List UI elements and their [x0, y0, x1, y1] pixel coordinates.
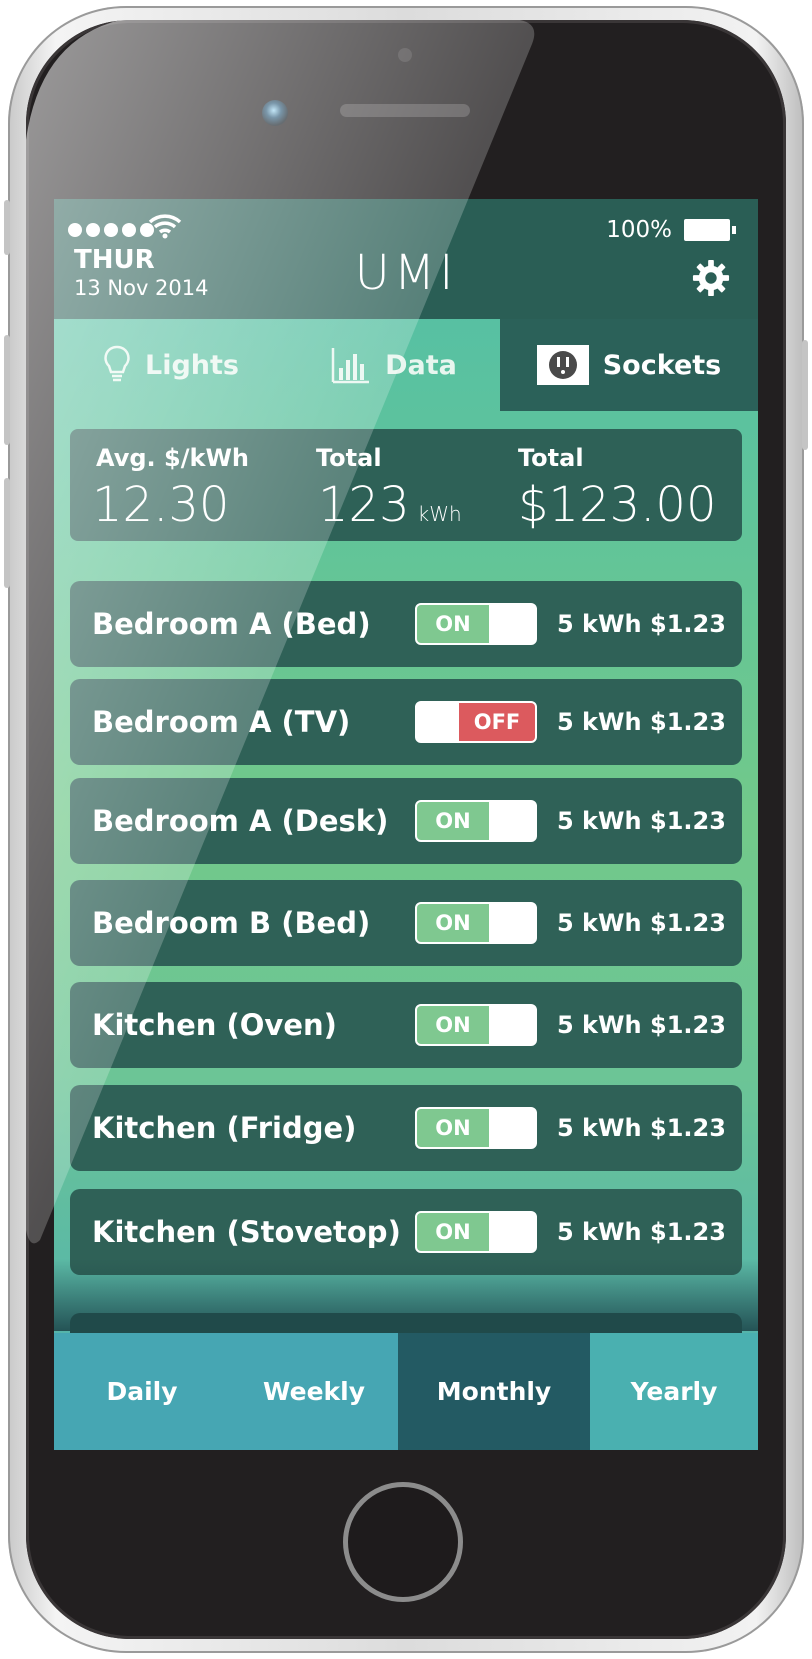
status-bar: THUR 13 Nov 2014 UMI 100% — [54, 199, 758, 319]
toggle-state: ON — [417, 605, 489, 643]
socket-name: Kitchen (Oven) — [92, 1008, 337, 1042]
app-title: UMI — [354, 245, 458, 301]
toggle-state: ON — [417, 802, 489, 840]
socket-energy: 5 kWh — [557, 1114, 642, 1142]
socket-cost: $1.23 — [650, 807, 726, 835]
socket-toggle[interactable]: ON — [415, 1004, 537, 1046]
socket-name: Bedroom A (TV) — [92, 705, 351, 739]
socket-cost: $1.23 — [650, 1218, 726, 1246]
total-cost-label: Total — [518, 444, 584, 472]
total-cost-value: $123.00 — [518, 477, 717, 533]
socket-cost: $1.23 — [650, 909, 726, 937]
silent-switch — [4, 200, 10, 255]
socket-name: Bedroom A (Bed) — [92, 607, 371, 641]
tab-sockets-label: Sockets — [602, 349, 722, 381]
tab-lights-label: Lights — [145, 349, 239, 381]
socket-energy: 5 kWh — [557, 1218, 642, 1246]
avg-price-label: Avg. $/kWh — [96, 444, 249, 472]
tab-data[interactable]: Data — [288, 319, 500, 411]
socket-energy: 5 kWh — [557, 807, 642, 835]
toggle-state: ON — [417, 1109, 489, 1147]
socket-energy: 5 kWh — [557, 1011, 642, 1039]
tab-sockets[interactable]: Sockets — [500, 319, 758, 411]
battery-percent: 100% — [606, 217, 672, 243]
period-selector: Daily Weekly Monthly Yearly — [54, 1333, 758, 1450]
total-energy-label: Total — [316, 444, 382, 472]
signal-strength-icon — [68, 223, 154, 237]
category-tabs: Lights Data Sockets — [54, 319, 758, 411]
socket-row: Bedroom B (Bed) ON 5 kWh $1.23 — [70, 880, 742, 966]
socket-name: Kitchen (Fridge) — [92, 1111, 357, 1145]
socket-energy: 5 kWh — [557, 909, 642, 937]
gear-icon[interactable] — [692, 259, 730, 297]
tab-lights[interactable]: Lights — [54, 319, 288, 411]
socket-name: Bedroom B (Bed) — [92, 906, 371, 940]
total-energy-value: 123 — [318, 477, 410, 533]
battery-icon — [684, 219, 736, 241]
socket-toggle[interactable]: ON — [415, 1107, 537, 1149]
period-yearly[interactable]: Yearly — [590, 1333, 758, 1450]
total-energy: 123 kWh — [318, 477, 462, 533]
socket-cost: $1.23 — [650, 1011, 726, 1039]
total-energy-unit: kWh — [417, 502, 462, 526]
toggle-state: ON — [417, 1213, 489, 1251]
socket-toggle[interactable]: OFF — [415, 701, 537, 743]
socket-energy: 5 kWh — [557, 610, 642, 638]
period-daily[interactable]: Daily — [54, 1333, 230, 1450]
socket-row: Bedroom A (TV) OFF 5 kWh $1.23 — [70, 679, 742, 765]
socket-energy: 5 kWh — [557, 708, 642, 736]
toggle-state: ON — [417, 1006, 489, 1044]
socket-cost: $1.23 — [650, 708, 726, 736]
bar-chart-icon — [331, 348, 370, 384]
socket-toggle[interactable]: ON — [415, 1211, 537, 1253]
socket-row: Kitchen (Oven) ON 5 kWh $1.23 — [70, 982, 742, 1068]
lightbulb-icon — [104, 345, 130, 382]
tab-data-label: Data — [385, 349, 457, 381]
volume-down-button — [4, 478, 10, 588]
socket-cost: $1.23 — [650, 1114, 726, 1142]
avg-price-value: 12.30 — [92, 477, 230, 533]
power-button — [802, 340, 808, 450]
wifi-icon — [148, 214, 182, 239]
period-weekly[interactable]: Weekly — [230, 1333, 398, 1450]
period-monthly[interactable]: Monthly — [398, 1333, 590, 1450]
socket-icon — [536, 345, 589, 385]
socket-row: Bedroom A (Desk) ON 5 kWh $1.23 — [70, 778, 742, 864]
front-camera — [262, 100, 288, 126]
socket-toggle[interactable]: ON — [415, 902, 537, 944]
earpiece-speaker — [340, 104, 470, 117]
toggle-state: OFF — [459, 703, 535, 741]
socket-row: Bedroom A (Bed) ON 5 kWh $1.23 — [70, 581, 742, 667]
home-button[interactable] — [343, 1482, 463, 1602]
volume-up-button — [4, 335, 10, 445]
toggle-state: ON — [417, 904, 489, 942]
socket-name: Bedroom A (Desk) — [92, 804, 389, 838]
proximity-sensor — [398, 48, 412, 62]
socket-name: Kitchen (Stovetop) — [92, 1215, 401, 1249]
socket-toggle[interactable]: ON — [415, 603, 537, 645]
usage-summary: Avg. $/kWh 12.30 Total 123 kWh Total $123… — [70, 429, 742, 541]
app-screen: THUR 13 Nov 2014 UMI 100% Lights Data So… — [54, 199, 758, 1450]
socket-row: Kitchen (Fridge) ON 5 kWh $1.23 — [70, 1085, 742, 1171]
socket-cost: $1.23 — [650, 610, 726, 638]
socket-toggle[interactable]: ON — [415, 800, 537, 842]
